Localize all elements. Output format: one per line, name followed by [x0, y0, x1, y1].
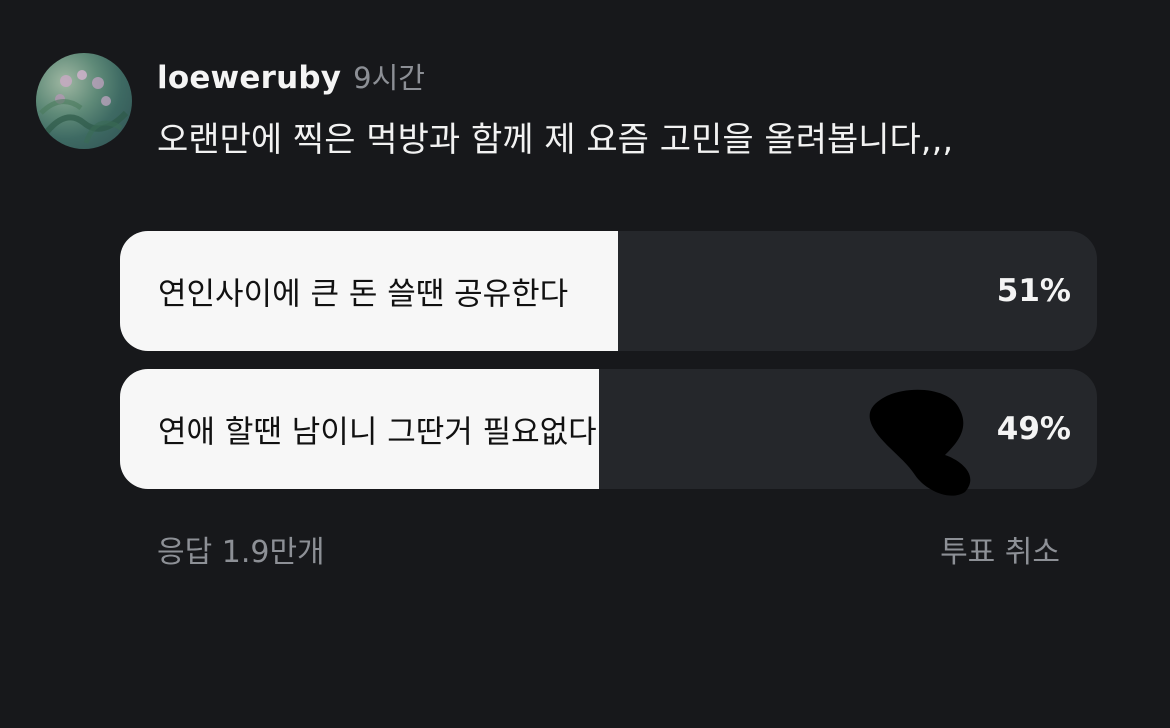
- thread-post: loeweruby 9시간 오랜만에 찍은 먹방과 함께 제 요즘 고민을 올려…: [0, 0, 1170, 728]
- post-header: loeweruby 9시간: [157, 55, 425, 97]
- user-avatar[interactable]: [36, 53, 132, 149]
- cancel-vote-button[interactable]: 투표 취소: [940, 527, 1060, 571]
- post-text: 오랜만에 찍은 먹방과 함께 제 요즘 고민을 올려봅니다,,,: [157, 120, 954, 160]
- username[interactable]: loeweruby: [157, 60, 341, 96]
- poll-option-1[interactable]: 연인사이에 큰 돈 쓸땐 공유한다 51%: [120, 231, 1097, 351]
- poll-option-2-label: 연애 할땐 남이니 그딴거 필요없다: [158, 407, 597, 452]
- poll-option-1-label: 연인사이에 큰 돈 쓸땐 공유한다: [158, 276, 569, 313]
- poll-option-2-percent: 49%: [996, 411, 1071, 447]
- poll-option-2[interactable]: 연애 할땐 남이니 그딴거 필요없다 49%: [120, 369, 1097, 489]
- poll-option-1-percent: 51%: [996, 273, 1071, 309]
- post-time: 9시간: [353, 61, 425, 95]
- avatar-image-icon: [39, 70, 129, 144]
- poll-response-count: 응답 1.9만개: [157, 535, 325, 570]
